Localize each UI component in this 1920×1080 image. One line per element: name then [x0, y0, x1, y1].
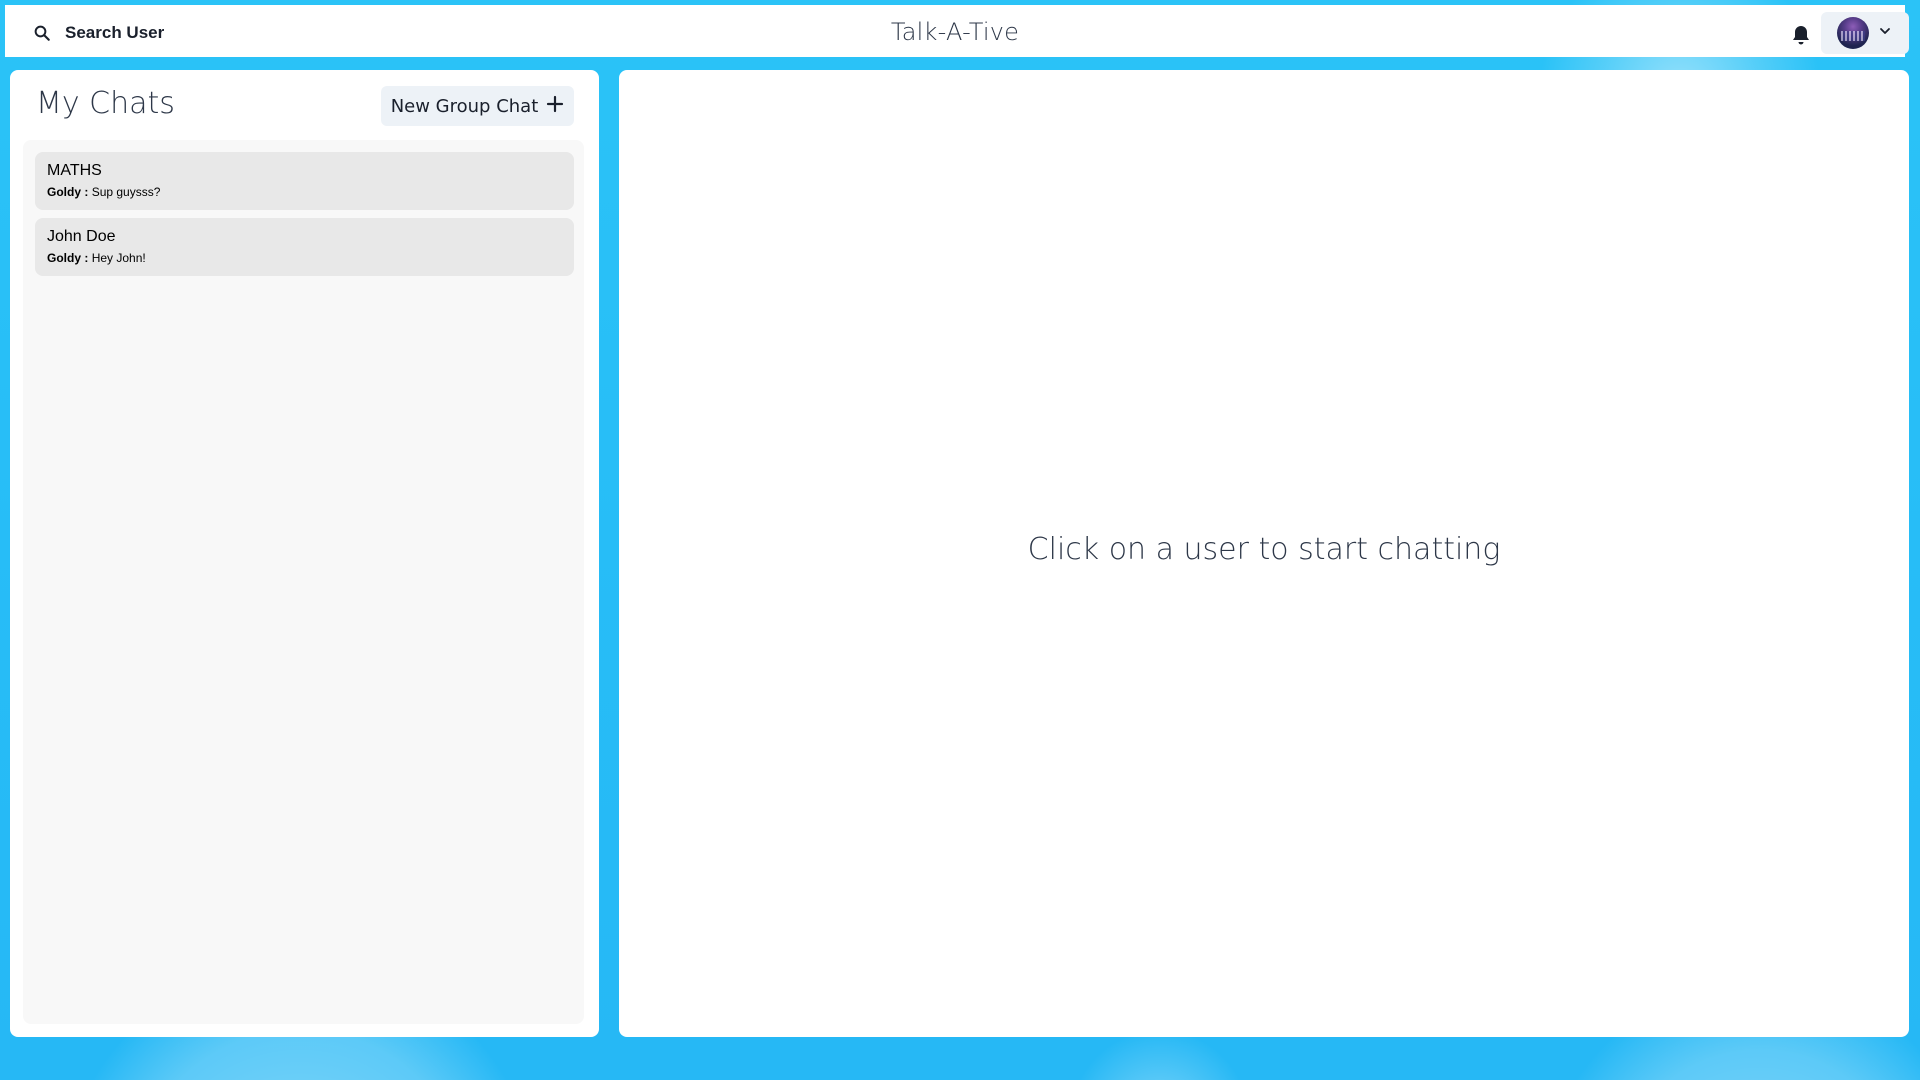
avatar [1837, 17, 1869, 49]
chat-name: John Doe [47, 228, 116, 245]
app-title: Talk-A-Tive [890, 18, 1020, 46]
new-group-chat-button[interactable]: New Group Chat [381, 86, 574, 126]
search-user-button[interactable]: Search User [27, 13, 170, 53]
profile-menu-button[interactable] [1821, 12, 1909, 54]
chat-box-panel: Click on a user to start chatting [619, 70, 1909, 1037]
my-chats-panel: My Chats New Group Chat MATHS Goldy : Su… [10, 70, 599, 1037]
chat-latest-message: Goldy : Sup guysss? [47, 184, 562, 200]
plus-icon [546, 95, 564, 118]
my-chats-title: My Chats [36, 86, 175, 121]
chat-latest-message: Goldy : Hey John! [47, 250, 562, 266]
chat-message: Hey John! [91, 251, 146, 265]
top-navbar: Search User Talk-A-Tive [5, 5, 1909, 57]
chat-name: MATHS [47, 162, 102, 179]
chat-sender: Goldy : [47, 251, 89, 265]
search-user-label: Search User [65, 23, 165, 42]
search-icon [33, 24, 51, 42]
chevron-down-icon [1879, 24, 1891, 42]
chat-item-john-doe[interactable]: John Doe Goldy : Hey John! [35, 218, 574, 276]
chat-item-maths[interactable]: MATHS Goldy : Sup guysss? [35, 152, 574, 210]
new-group-chat-label: New Group Chat [390, 95, 539, 117]
bell-icon[interactable] [1789, 23, 1813, 47]
chat-list: MATHS Goldy : Sup guysss? John Doe Goldy… [23, 140, 584, 1024]
chat-sender: Goldy : [47, 185, 89, 199]
empty-chat-message: Click on a user to start chatting [1027, 532, 1501, 567]
chat-message: Sup guysss? [91, 185, 161, 199]
